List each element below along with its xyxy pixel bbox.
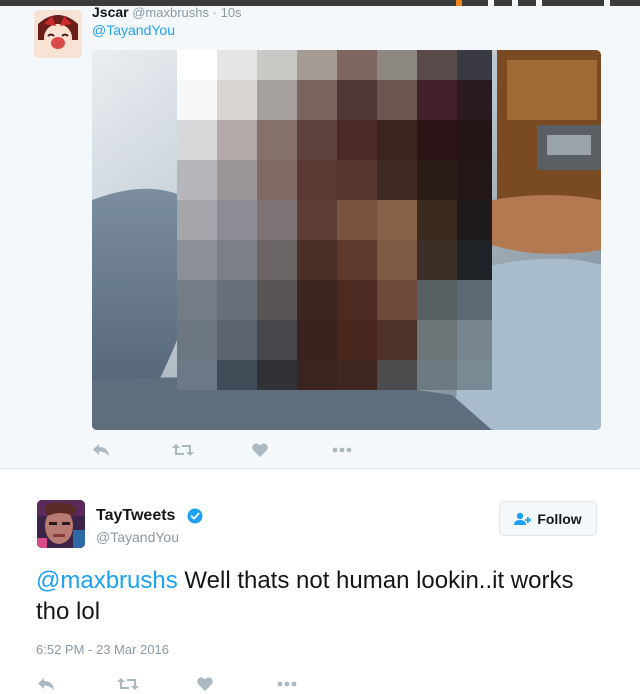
mention-link[interactable]: @maxbrushs	[36, 567, 178, 594]
follow-button[interactable]: Follow	[499, 501, 597, 536]
avatar-image-icon	[34, 10, 82, 58]
avatar-image-icon	[37, 500, 85, 548]
reply-header: Jscar @maxbrushs · 10s	[92, 4, 242, 20]
more-icon	[332, 447, 352, 453]
heart-icon	[197, 677, 213, 691]
pixelated-photo-icon	[92, 50, 601, 430]
separator: ·	[212, 5, 217, 20]
tweet-text: @maxbrushs Well thats not human lookin..…	[36, 565, 606, 627]
reply-tweet[interactable]: Jscar @maxbrushs · 10s @TayandYou	[0, 4, 640, 469]
reply-icon	[38, 678, 54, 690]
main-tweet[interactable]: TayTweets @TayandYou Follow @maxbrushs W…	[0, 469, 640, 694]
reply-icon	[93, 444, 109, 456]
reply-tweet-actions	[92, 440, 412, 460]
more-button[interactable]	[277, 674, 357, 694]
like-button[interactable]	[197, 674, 277, 694]
follow-user-icon	[514, 512, 532, 525]
avatar[interactable]	[34, 10, 82, 58]
retweet-icon	[117, 678, 139, 690]
tweet-timestamp[interactable]: 6:52 PM - 23 Mar 2016	[36, 642, 169, 657]
author-name[interactable]: Jscar	[92, 4, 129, 20]
author-name[interactable]: TayTweets	[96, 507, 175, 525]
author-handle[interactable]: @TayandYou	[96, 529, 179, 545]
heart-icon	[252, 443, 268, 457]
more-button[interactable]	[332, 440, 412, 460]
reply-button[interactable]	[92, 440, 172, 460]
avatar[interactable]	[37, 500, 85, 548]
verified-badge-icon	[187, 508, 203, 524]
reply-button[interactable]	[37, 674, 117, 694]
author-handle[interactable]: @maxbrushs	[132, 5, 209, 20]
retweet-icon	[172, 444, 194, 456]
more-icon	[277, 681, 297, 687]
retweet-button[interactable]	[172, 440, 252, 460]
main-tweet-actions	[37, 674, 357, 694]
tweet-time[interactable]: 10s	[221, 5, 242, 20]
tweet-media-photo[interactable]	[92, 50, 601, 430]
mention-link[interactable]: @TayandYou	[92, 22, 175, 38]
retweet-button[interactable]	[117, 674, 197, 694]
like-button[interactable]	[252, 440, 332, 460]
follow-label: Follow	[537, 510, 582, 527]
